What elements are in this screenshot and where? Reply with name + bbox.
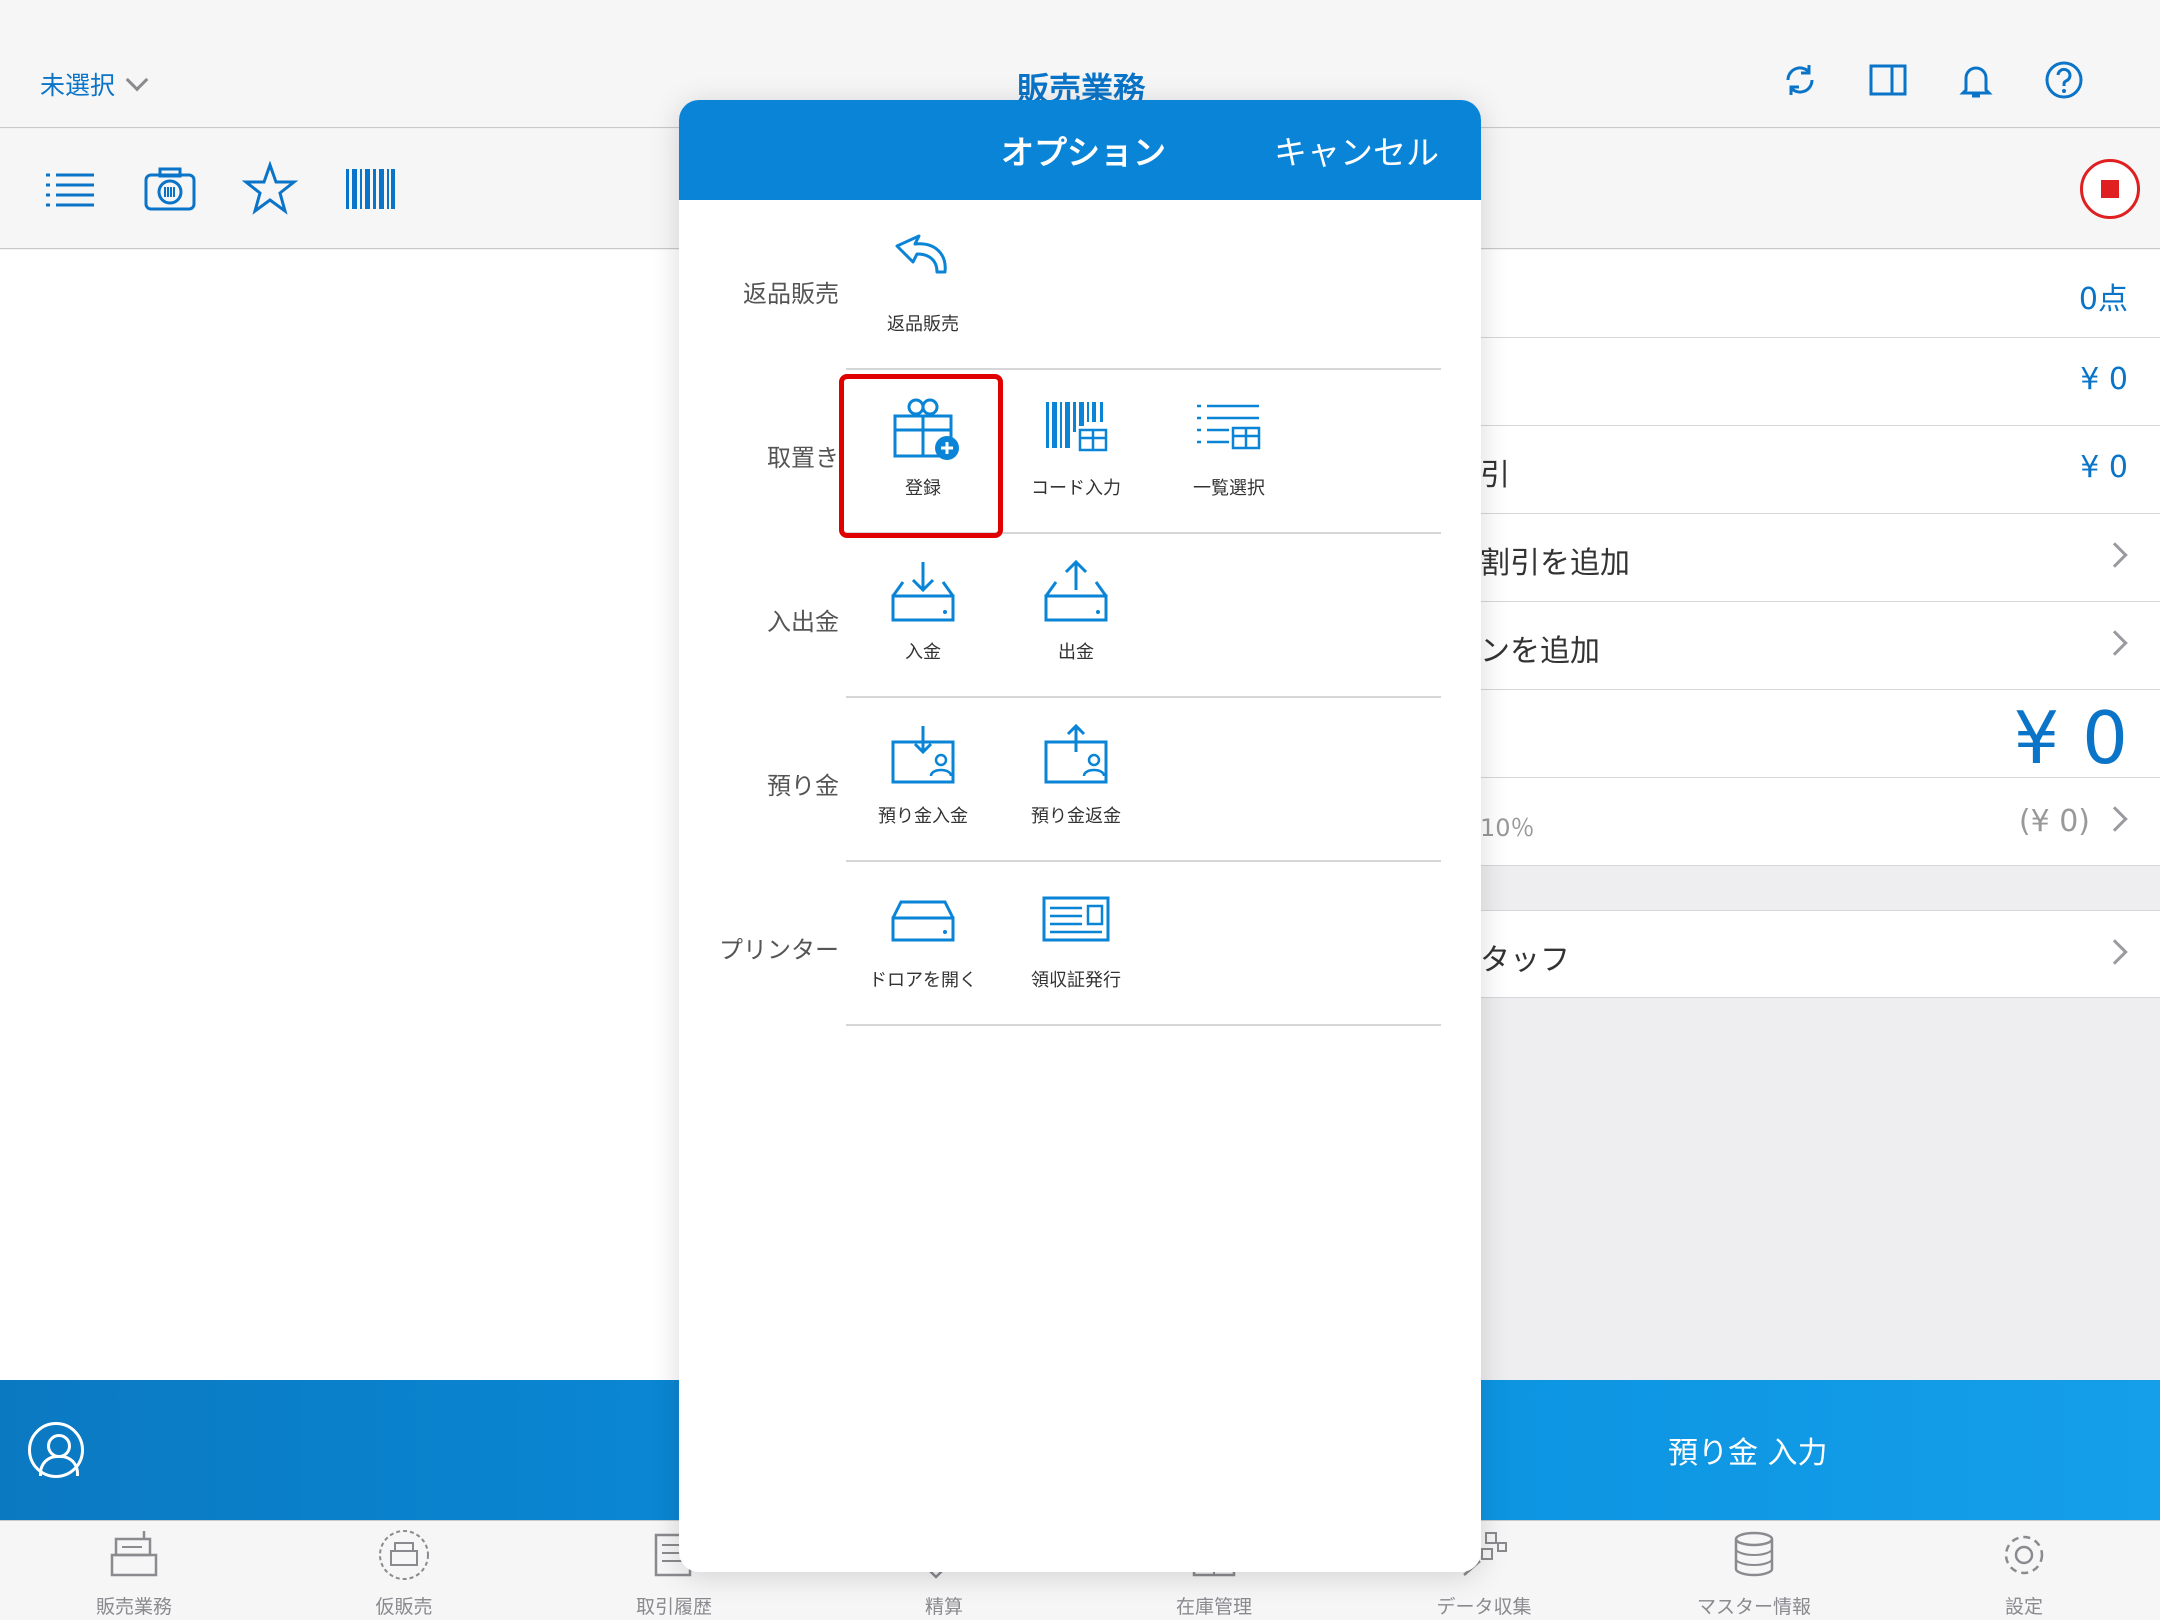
split-view-icon[interactable] bbox=[1868, 60, 1908, 100]
option-return-sale[interactable]: 返品販売 bbox=[848, 228, 998, 336]
cancel-button[interactable]: キャンセル bbox=[1274, 126, 1439, 174]
subtotal-value: ¥ 0 bbox=[2080, 362, 2128, 397]
barcode-icon[interactable] bbox=[342, 161, 398, 217]
section-label: 返品販売 bbox=[743, 280, 839, 308]
option-label: ドロアを開く bbox=[869, 970, 977, 991]
discount-value: ¥ 0 bbox=[2080, 450, 2128, 485]
settings-gear-icon bbox=[2004, 1535, 2044, 1575]
tray-in-icon bbox=[891, 562, 955, 622]
chevron-down-icon bbox=[125, 68, 149, 92]
option-label: 出金 bbox=[1058, 642, 1094, 663]
discount-row: 引 ¥ 0 bbox=[1480, 426, 2160, 514]
tab-temp-sale[interactable]: 仮販売 bbox=[324, 1527, 484, 1619]
option-label: 預り金返金 bbox=[1031, 806, 1121, 827]
section-return-sale: 返品販売 返品販売 bbox=[679, 206, 1481, 370]
discount-label: 引 bbox=[1480, 458, 1510, 493]
chevron-right-icon bbox=[2102, 806, 2128, 832]
help-icon[interactable] bbox=[2044, 60, 2084, 100]
staff-row[interactable]: タッフ bbox=[1480, 910, 2160, 998]
option-issue-receipt[interactable]: 領収証発行 bbox=[1001, 884, 1151, 992]
total-row: ¥ 0 bbox=[1480, 690, 2160, 780]
add-discount-label: 割引を追加 bbox=[1480, 546, 1630, 581]
tab-label: 仮販売 bbox=[375, 1596, 433, 1618]
option-label: 一覧選択 bbox=[1193, 478, 1265, 499]
add-coupon-label: ンを追加 bbox=[1480, 634, 1600, 669]
tab-label: 精算 bbox=[924, 1596, 963, 1618]
tab-label: データ収集 bbox=[1436, 1596, 1532, 1618]
subtotal-row: ¥ 0 bbox=[1480, 338, 2160, 426]
barcode-gift-icon bbox=[1046, 402, 1108, 452]
total-value: ¥ 0 bbox=[2013, 696, 2128, 780]
option-layaway-register[interactable]: 登録 bbox=[848, 392, 998, 500]
tab-label: 在庫管理 bbox=[1175, 1596, 1252, 1618]
tab-master-data[interactable]: マスター情報 bbox=[1674, 1527, 1834, 1619]
bell-icon[interactable] bbox=[1956, 60, 1996, 100]
chevron-right-icon bbox=[2102, 630, 2128, 656]
tab-label: マスター情報 bbox=[1696, 1596, 1811, 1618]
deposit-in-icon bbox=[891, 726, 955, 784]
customer-button[interactable] bbox=[28, 1422, 84, 1478]
section-label: 入出金 bbox=[767, 608, 839, 636]
divider bbox=[846, 1024, 1441, 1026]
tab-sales[interactable]: 販売業務 bbox=[54, 1527, 214, 1619]
tray-out-icon bbox=[1044, 559, 1108, 622]
item-count: 0点 bbox=[2078, 282, 2128, 317]
tax-rate-label: 10％ bbox=[1480, 814, 1535, 842]
section-label: 取置き bbox=[767, 444, 839, 472]
tab-settings[interactable]: 設定 bbox=[1944, 1527, 2104, 1619]
store-selector-label: 未選択 bbox=[40, 71, 116, 100]
section-label: プリンター bbox=[719, 936, 839, 964]
option-cash-out[interactable]: 出金 bbox=[1001, 556, 1151, 664]
option-layaway-list-select[interactable]: 一覧選択 bbox=[1154, 392, 1304, 500]
temp-sale-icon bbox=[379, 1530, 429, 1580]
drawer-icon bbox=[891, 900, 955, 942]
tax-row[interactable]: 10％ (¥ 0) bbox=[1480, 778, 2160, 866]
receipt-icon bbox=[1042, 896, 1110, 942]
options-modal: オプション キャンセル 返品販売 返品販売 取置き 登録 コード入力 一覧選択 … bbox=[679, 100, 1481, 1572]
option-label: 領収証発行 bbox=[1031, 970, 1121, 991]
chevron-right-icon bbox=[2102, 542, 2128, 568]
section-label: 預り金 bbox=[767, 772, 839, 800]
tab-label: 販売業務 bbox=[95, 1596, 172, 1618]
option-layaway-code-input[interactable]: コード入力 bbox=[1001, 392, 1151, 500]
tax-value: (¥ 0) bbox=[2018, 804, 2090, 839]
master-data-icon bbox=[1734, 1531, 1774, 1577]
modal-header: オプション キャンセル bbox=[679, 100, 1481, 200]
option-deposit-in[interactable]: 預り金入金 bbox=[848, 720, 998, 828]
option-cash-in[interactable]: 入金 bbox=[848, 556, 998, 664]
section-printer: プリンター ドロアを開く 領収証発行 bbox=[679, 862, 1481, 1026]
section-layaway: 取置き 登録 コード入力 一覧選択 bbox=[679, 370, 1481, 534]
sync-icon[interactable] bbox=[1780, 60, 1820, 100]
option-label: 返品販売 bbox=[887, 314, 959, 335]
list-icon[interactable] bbox=[42, 161, 98, 217]
option-label: 入金 bbox=[905, 642, 941, 663]
list-gift-icon bbox=[1197, 404, 1261, 450]
tab-label: 設定 bbox=[2004, 1596, 2043, 1618]
option-label: コード入力 bbox=[1031, 478, 1121, 499]
camera-scan-icon[interactable] bbox=[142, 161, 198, 217]
sale-summary-panel: 0点 ¥ 0 引 ¥ 0 割引を追加 ンを追加 ¥ 0 10％ (¥ 0) タッ… bbox=[1480, 250, 2160, 1380]
staff-label: タッフ bbox=[1480, 943, 1570, 978]
item-count-row: 0点 bbox=[1480, 250, 2160, 338]
chevron-right-icon bbox=[2102, 939, 2128, 965]
add-coupon-row[interactable]: ンを追加 bbox=[1480, 602, 2160, 690]
option-open-drawer[interactable]: ドロアを開く bbox=[848, 884, 998, 992]
deposit-input-button[interactable]: 預り金 入力 bbox=[1668, 1428, 1828, 1472]
section-cash-in-out: 入出金 入金 出金 bbox=[679, 534, 1481, 698]
register-icon bbox=[110, 1531, 158, 1577]
star-icon[interactable] bbox=[242, 161, 298, 217]
option-deposit-refund[interactable]: 預り金返金 bbox=[1001, 720, 1151, 828]
return-arrow-icon bbox=[895, 234, 947, 274]
deposit-refund-icon bbox=[1044, 723, 1108, 784]
stop-recording-button[interactable] bbox=[2080, 159, 2140, 219]
gift-add-icon bbox=[893, 398, 959, 460]
modal-title: オプション bbox=[1001, 133, 1166, 172]
store-selector[interactable]: 未選択 bbox=[40, 66, 149, 102]
add-discount-row[interactable]: 割引を追加 bbox=[1480, 514, 2160, 602]
option-label: 預り金入金 bbox=[878, 806, 968, 827]
option-label: 登録 bbox=[905, 478, 941, 499]
section-deposit: 預り金 預り金入金 預り金返金 bbox=[679, 698, 1481, 862]
tab-label: 取引履歴 bbox=[635, 1596, 712, 1618]
